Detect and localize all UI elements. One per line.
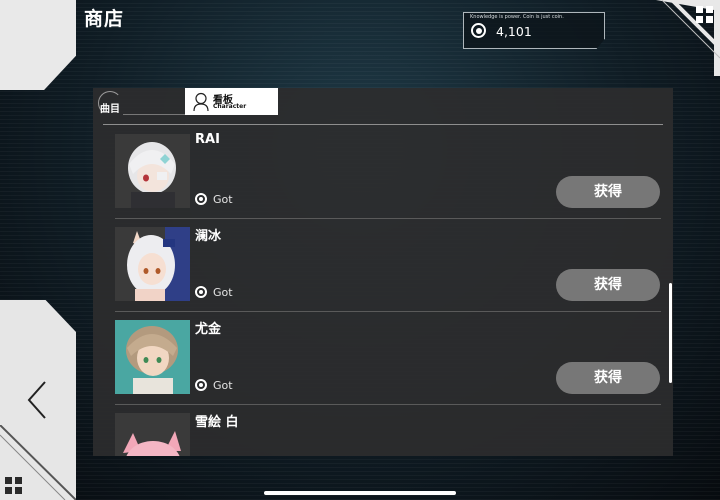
character-portrait (115, 413, 190, 456)
currency-motto: Knowledge is power. Coin is just coin. (470, 14, 564, 20)
character-avatar-icon (193, 92, 209, 112)
list-item: 尤金 Got 获得 (115, 312, 661, 405)
currency-display: Knowledge is power. Coin is just coin. 4… (463, 12, 605, 49)
character-name: RAI (195, 132, 220, 147)
top-left-corner-decoration (0, 0, 76, 90)
tab-music[interactable]: 曲目 (93, 88, 185, 115)
list-item: RAI Got 获得 (115, 126, 661, 219)
page-title: 商店 (84, 8, 125, 30)
obtain-button[interactable]: 获得 (556, 269, 660, 301)
status-label: Got (195, 193, 233, 206)
status-radio-icon (195, 193, 207, 205)
status-label: Got (195, 286, 233, 299)
character-portrait (115, 134, 190, 208)
list-scrollbar[interactable] (669, 283, 672, 383)
shop-panel: 曲目 看板 Character RAI Got 获得 澜冰 Got 获得 尤金 … (93, 88, 673, 456)
status-radio-icon (195, 286, 207, 298)
character-name: 雪絵 白 (195, 415, 239, 430)
tab-character[interactable]: 看板 Character (185, 88, 278, 115)
status-text: Got (213, 379, 233, 392)
tab-music-label: 曲目 (100, 104, 120, 115)
back-arrow-icon[interactable] (26, 380, 48, 420)
list-item: 澜冰 Got 获得 (115, 219, 661, 312)
obtain-button[interactable]: 获得 (556, 176, 660, 208)
character-name: 澜冰 (195, 229, 222, 244)
character-portrait (115, 227, 190, 301)
status-label: Got (195, 379, 233, 392)
list-item: 雪絵 白 获得 (115, 405, 661, 456)
status-radio-icon (195, 379, 207, 391)
status-text: Got (213, 286, 233, 299)
list-top-divider (103, 124, 663, 125)
coin-icon (471, 23, 486, 38)
tab-music-underline (123, 114, 185, 115)
status-text: Got (213, 193, 233, 206)
character-name: 尤金 (195, 322, 222, 337)
obtain-button[interactable]: 获得 (556, 362, 660, 394)
bottom-grid-icon[interactable] (5, 477, 23, 495)
menu-grid-icon[interactable] (696, 6, 714, 24)
home-indicator[interactable] (264, 491, 456, 495)
tab-character-sublabel: Character (213, 103, 247, 110)
character-portrait (115, 320, 190, 394)
coin-amount: 4,101 (496, 24, 532, 39)
